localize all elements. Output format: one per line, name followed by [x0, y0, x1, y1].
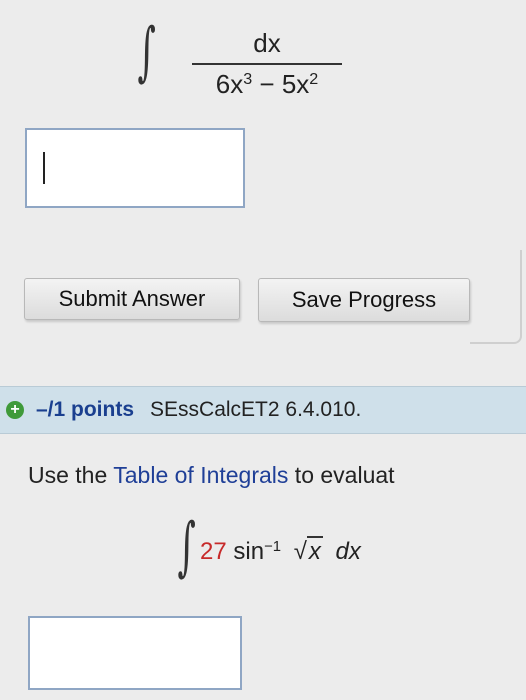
- fraction-bar: [192, 63, 342, 65]
- denominator: 6x3 − 5x2: [215, 69, 319, 99]
- answer-input-1[interactable]: [25, 128, 245, 208]
- question-code: SEssCalcET2 6.4.010.: [150, 398, 362, 421]
- points-label: –/1 points: [36, 398, 135, 421]
- integrand-2: 27 sin−1 √x dx: [200, 536, 361, 565]
- integral-sign-1: ∫: [137, 15, 156, 89]
- answer-input-2[interactable]: [28, 616, 242, 690]
- text-caret: [43, 152, 45, 184]
- submit-answer-button[interactable]: Submit Answer: [24, 278, 240, 320]
- question-panel-edge: [470, 250, 522, 344]
- question-instruction: Use the Table of Integrals to evaluat: [28, 462, 395, 488]
- save-progress-button[interactable]: Save Progress: [258, 278, 470, 322]
- expand-plus-icon[interactable]: +: [6, 401, 24, 419]
- fraction-1: dx 6x3 − 5x2: [192, 28, 342, 100]
- numerator: dx: [253, 28, 281, 58]
- question-header-bar: + –/1 points SEssCalcET2 6.4.010.: [0, 386, 526, 434]
- integral-sign-2: ∫: [177, 510, 196, 584]
- radicand: x: [306, 536, 323, 565]
- coefficient: 27: [200, 538, 227, 565]
- table-of-integrals-link[interactable]: Table of Integrals: [113, 462, 288, 488]
